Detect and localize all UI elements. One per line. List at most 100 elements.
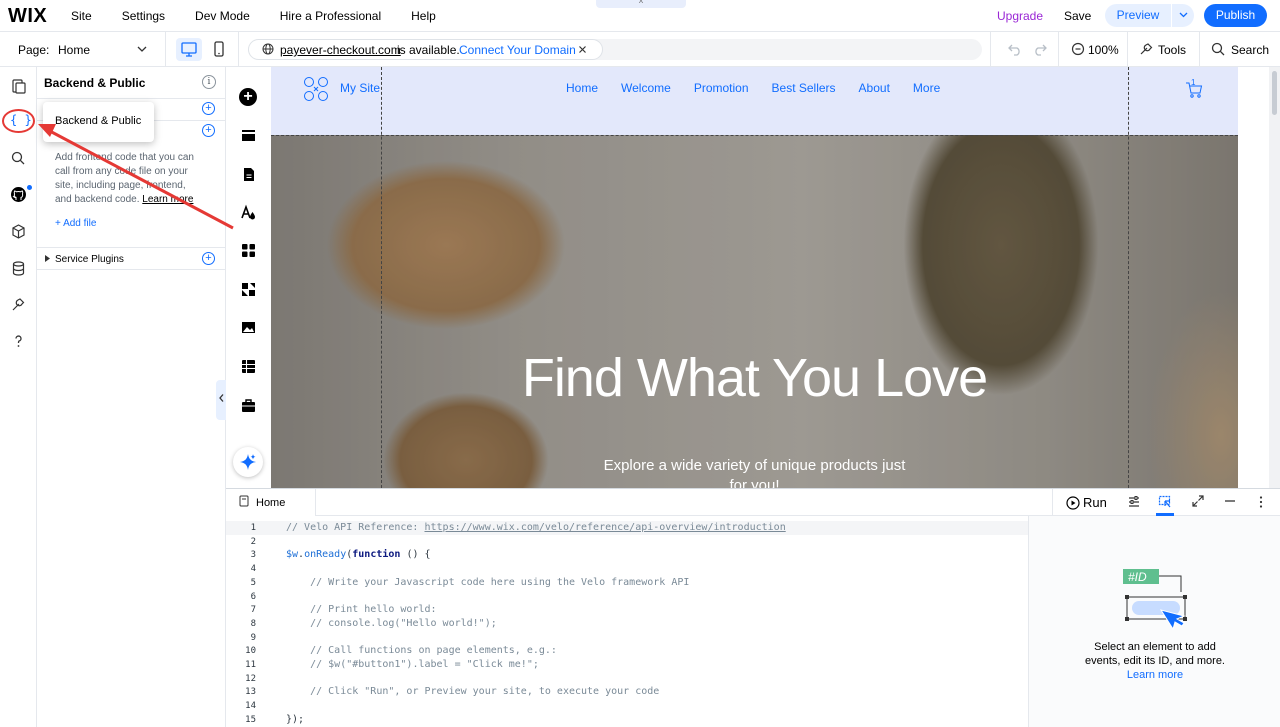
add-file-link[interactable]: + Add file bbox=[55, 218, 96, 229]
menu-help[interactable]: Help bbox=[411, 9, 436, 23]
site-nav-promotion[interactable]: Promotion bbox=[694, 81, 749, 95]
site-name[interactable]: My Site bbox=[340, 81, 380, 95]
panel-description: Add frontend code that you can call from… bbox=[55, 151, 205, 207]
add-elements-icon[interactable]: + bbox=[239, 88, 257, 106]
code-line[interactable]: 3 $w.onReady(function () { bbox=[226, 548, 1028, 562]
preview-dropdown-button[interactable] bbox=[1171, 4, 1194, 27]
pages-icon[interactable] bbox=[10, 78, 27, 95]
menu-dev-mode[interactable]: Dev Mode bbox=[195, 9, 250, 23]
search-icon[interactable] bbox=[1211, 42, 1225, 56]
more-options-icon[interactable] bbox=[1259, 495, 1263, 509]
upgrade-link[interactable]: Upgrade bbox=[997, 9, 1043, 23]
tools-icon[interactable] bbox=[1139, 42, 1153, 56]
database-icon[interactable] bbox=[10, 260, 27, 277]
desktop-view-button[interactable] bbox=[176, 38, 202, 61]
site-nav-home[interactable]: Home bbox=[566, 81, 598, 95]
search-icon[interactable] bbox=[10, 150, 27, 167]
backend-public-panel: Backend & Public i + + Add frontend code… bbox=[37, 67, 226, 727]
collapse-top-bar-handle[interactable]: ^ bbox=[596, 0, 686, 8]
help-icon[interactable] bbox=[10, 333, 27, 350]
portfolio-icon[interactable] bbox=[240, 397, 257, 414]
code-line[interactable]: 8 // console.log("Hello world!"); bbox=[226, 617, 1028, 631]
code-braces-icon[interactable]: { } bbox=[10, 113, 32, 127]
service-plugins-row[interactable]: Service Plugins + bbox=[37, 247, 226, 270]
info-icon[interactable]: i bbox=[202, 75, 216, 89]
design-icon[interactable] bbox=[240, 204, 257, 221]
code-line[interactable]: 5 // Write your Javascript code here usi… bbox=[226, 576, 1028, 590]
domain-name[interactable]: payever-checkout.com bbox=[280, 43, 401, 57]
properties-icon[interactable] bbox=[1127, 495, 1141, 509]
page-selector-label: Page: bbox=[18, 43, 50, 57]
code-line[interactable]: 11 // $w("#button1").label = "Click me!"… bbox=[226, 658, 1028, 672]
site-nav-welcome[interactable]: Welcome bbox=[621, 81, 671, 95]
properties-hint-line-1: Select an element to add bbox=[1094, 641, 1216, 653]
zoom-level[interactable]: 100% bbox=[1088, 43, 1119, 57]
mobile-view-button[interactable] bbox=[210, 38, 228, 61]
domain-status: is available. bbox=[397, 43, 460, 57]
site-nav-about[interactable]: About bbox=[859, 81, 890, 95]
connect-domain-link[interactable]: Connect Your Domain bbox=[459, 43, 576, 57]
page-selector[interactable]: Home bbox=[58, 43, 90, 57]
code-line[interactable]: 1 // Velo API Reference: https://www.wix.… bbox=[226, 521, 1028, 535]
site-nav-best-sellers[interactable]: Best Sellers bbox=[772, 81, 836, 95]
hero-subtitle[interactable]: Explore a wide variety of unique product… bbox=[271, 457, 1238, 474]
code-tab-home[interactable]: Home bbox=[226, 489, 316, 516]
publish-button[interactable]: Publish bbox=[1204, 4, 1267, 27]
add-icon[interactable]: + bbox=[202, 102, 215, 115]
hero-subtitle-line-2[interactable]: for you! bbox=[271, 477, 1238, 488]
hero-title[interactable]: Find What You Love bbox=[271, 347, 1238, 409]
code-line[interactable]: 13 // Click "Run", or Preview your site,… bbox=[226, 685, 1028, 699]
scrollbar-thumb[interactable] bbox=[1272, 71, 1277, 115]
run-icon[interactable] bbox=[1066, 496, 1080, 510]
code-line[interactable]: 7 // Print hello world: bbox=[226, 603, 1028, 617]
learn-more-link[interactable]: Learn more bbox=[142, 194, 193, 205]
cart-icon[interactable]: 1 bbox=[1184, 78, 1204, 102]
code-line[interactable]: 2 bbox=[226, 535, 1028, 549]
code-line[interactable]: 10 // Call functions on page elements, e… bbox=[226, 644, 1028, 658]
menu-site[interactable]: Site bbox=[71, 9, 92, 23]
preview-button[interactable]: Preview bbox=[1105, 4, 1171, 27]
run-button[interactable]: Run bbox=[1083, 495, 1107, 510]
add-icon[interactable]: + bbox=[202, 252, 215, 265]
code-text: // Write your Javascript code here using… bbox=[310, 576, 690, 588]
add-icon[interactable]: + bbox=[202, 124, 215, 137]
business-apps-icon[interactable] bbox=[240, 281, 257, 298]
tools-button[interactable]: Tools bbox=[1158, 43, 1186, 57]
ai-assistant-icon[interactable] bbox=[233, 447, 263, 477]
undo-icon[interactable] bbox=[1008, 44, 1022, 56]
code-line[interactable]: 6 bbox=[226, 590, 1028, 604]
editor-canvas[interactable]: My Site Home Welcome Promotion Best Sell… bbox=[271, 67, 1269, 488]
menu-settings[interactable]: Settings bbox=[122, 9, 165, 23]
code-line[interactable]: 15}); bbox=[226, 713, 1028, 727]
minimize-icon[interactable] bbox=[1224, 495, 1236, 507]
canvas-scrollbar[interactable] bbox=[1269, 67, 1280, 488]
code-line[interactable]: 9 bbox=[226, 631, 1028, 645]
zoom-icon[interactable] bbox=[1071, 42, 1085, 56]
element-inspector-icon[interactable] bbox=[1158, 495, 1172, 509]
save-button[interactable]: Save bbox=[1064, 9, 1091, 23]
site-logo-icon[interactable] bbox=[303, 76, 329, 102]
redo-icon[interactable] bbox=[1033, 44, 1047, 56]
cms-icon[interactable] bbox=[240, 358, 257, 375]
sections-icon[interactable] bbox=[240, 127, 257, 144]
close-icon[interactable] bbox=[578, 45, 587, 54]
media-icon[interactable] bbox=[240, 319, 257, 336]
site-nav-more[interactable]: More bbox=[913, 81, 940, 95]
github-icon[interactable] bbox=[10, 186, 27, 203]
code-line[interactable]: 4 bbox=[226, 562, 1028, 576]
code-editor[interactable]: 1 // Velo API Reference: https://www.wix.… bbox=[226, 516, 1028, 727]
site-header[interactable] bbox=[271, 67, 1238, 135]
page-icon[interactable] bbox=[240, 166, 257, 183]
packages-icon[interactable] bbox=[10, 223, 27, 240]
code-line[interactable]: 14 bbox=[226, 699, 1028, 713]
menu-hire-professional[interactable]: Hire a Professional bbox=[280, 9, 381, 23]
search-button[interactable]: Search bbox=[1231, 43, 1269, 57]
code-line[interactable]: 12 bbox=[226, 672, 1028, 686]
apps-icon[interactable] bbox=[240, 242, 257, 259]
developer-tools-icon[interactable] bbox=[10, 296, 27, 313]
properties-learn-more-link[interactable]: Learn more bbox=[1029, 669, 1280, 681]
chevron-down-icon[interactable] bbox=[137, 46, 147, 53]
wix-logo[interactable]: WIX bbox=[8, 5, 47, 28]
expand-icon[interactable] bbox=[1192, 495, 1204, 507]
collapse-panel-handle[interactable] bbox=[216, 380, 226, 420]
